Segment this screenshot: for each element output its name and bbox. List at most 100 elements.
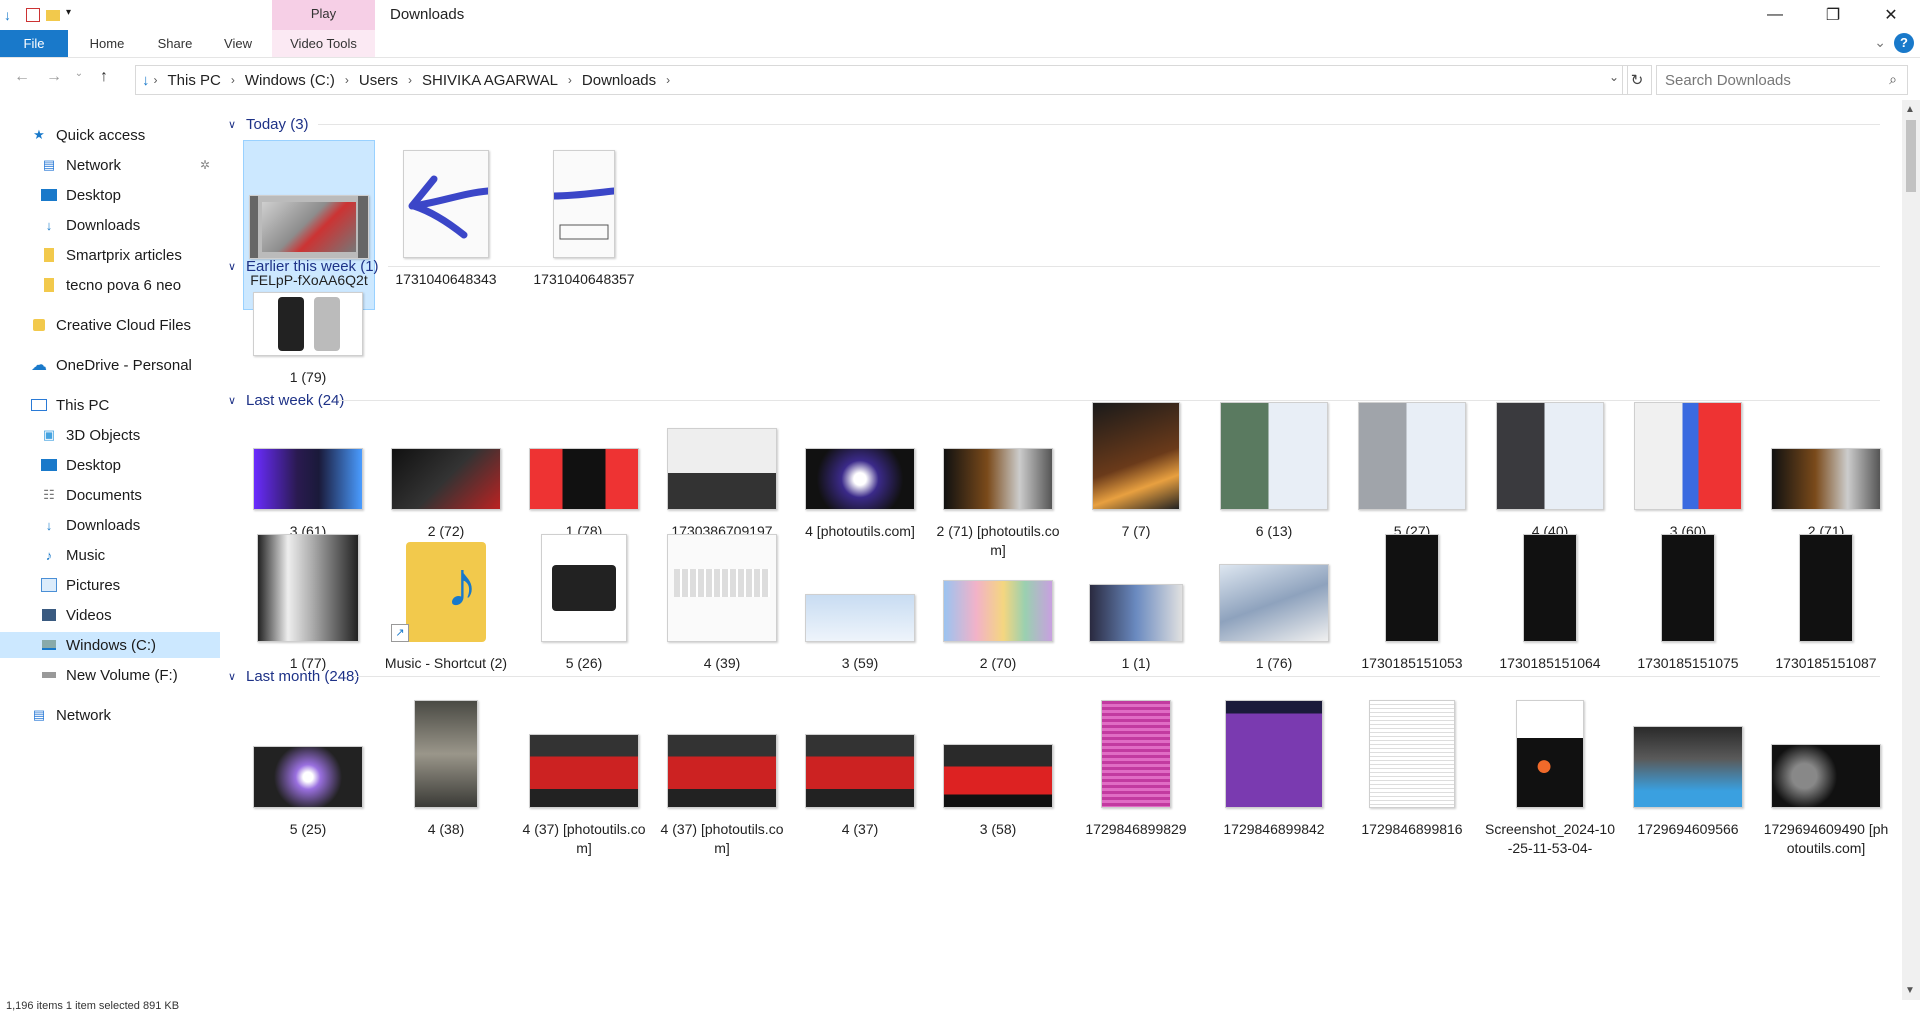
file-item[interactable]: 3 (58): [933, 690, 1063, 839]
file-item[interactable]: 3 (61): [243, 425, 373, 541]
file-item[interactable]: 1730386709197: [657, 425, 787, 541]
breadcrumb[interactable]: ↓ › This PC › Windows (C:) › Users › SHI…: [135, 65, 1628, 95]
tab-video-tools[interactable]: Video Tools: [272, 30, 375, 57]
file-item[interactable]: 1729846899816: [1347, 690, 1477, 839]
scrollbar-thumb[interactable]: [1906, 120, 1916, 192]
sidebar-item-documents[interactable]: ☷ Documents: [40, 482, 142, 508]
vertical-scrollbar[interactable]: ▲ ▼: [1902, 100, 1920, 1000]
sidebar-item-new-volume[interactable]: New Volume (F:): [40, 662, 178, 688]
file-item[interactable]: 2 (72): [381, 425, 511, 541]
file-item[interactable]: 4 (39): [657, 530, 787, 673]
sidebar-item-3d-objects[interactable]: ▣ 3D Objects: [40, 422, 140, 448]
image-thumbnail: [381, 425, 511, 510]
forward-icon[interactable]: →: [42, 68, 66, 86]
sidebar-item-network-pinned[interactable]: ▤ Network: [40, 152, 121, 178]
minimize-button[interactable]: —: [1746, 0, 1804, 30]
refresh-button[interactable]: ↻: [1622, 65, 1652, 95]
pin-icon[interactable]: ✲: [200, 158, 210, 172]
chevron-down-icon[interactable]: ∨: [228, 670, 238, 683]
group-header-earlier-this-week[interactable]: ∨ Earlier this week (1): [228, 255, 1892, 277]
file-item[interactable]: ♪ ↗ Music - Shortcut (2): [381, 530, 511, 673]
chevron-down-icon[interactable]: ∨: [228, 260, 238, 273]
file-item[interactable]: 7 (7): [1071, 402, 1201, 541]
file-item[interactable]: 5 (27): [1347, 402, 1477, 541]
breadcrumb-user[interactable]: SHIVIKA AGARWAL: [412, 72, 568, 89]
chevron-right-icon[interactable]: ›: [666, 73, 670, 87]
file-item[interactable]: 1729694609566: [1623, 690, 1753, 839]
tab-share[interactable]: Share: [150, 30, 200, 57]
drive-icon: [40, 667, 58, 683]
sidebar-item-quick-access[interactable]: ★ Quick access: [30, 122, 145, 148]
file-item[interactable]: 4 (40): [1485, 402, 1615, 541]
folder-icon[interactable]: [46, 9, 60, 21]
file-item[interactable]: 4 [photoutils.com]: [795, 425, 925, 541]
sidebar-item-pictures[interactable]: Pictures: [40, 572, 120, 598]
file-item[interactable]: 5 (25): [243, 690, 373, 839]
sidebar-item-videos[interactable]: Videos: [40, 602, 112, 628]
file-item[interactable]: 1729846899829: [1071, 690, 1201, 839]
tab-file[interactable]: File: [0, 30, 68, 57]
sidebar-item-onedrive[interactable]: ☁ OneDrive - Personal: [30, 352, 192, 378]
breadcrumb-downloads[interactable]: Downloads: [572, 72, 666, 89]
sidebar-item-desktop-pc[interactable]: Desktop: [40, 452, 121, 478]
breadcrumb-this-pc[interactable]: This PC: [158, 72, 231, 89]
file-item[interactable]: 4 (37) [photoutils.com]: [657, 690, 787, 858]
tab-view[interactable]: View: [214, 30, 262, 57]
search-input[interactable]: [1657, 70, 1867, 90]
sidebar-item-downloads[interactable]: ↓ Downloads: [40, 212, 140, 238]
breadcrumb-users[interactable]: Users: [349, 72, 408, 89]
breadcrumb-windows-c[interactable]: Windows (C:): [235, 72, 345, 89]
file-item[interactable]: 2 (70): [933, 530, 1063, 673]
sidebar-item-this-pc[interactable]: This PC: [30, 392, 109, 418]
restore-button[interactable]: ❐: [1804, 0, 1862, 30]
group-header-last-month[interactable]: ∨ Last month (248): [228, 665, 1892, 687]
file-item[interactable]: 1730185151075: [1623, 530, 1753, 673]
search-box[interactable]: ⌕: [1656, 65, 1908, 95]
file-item[interactable]: 1729846899842: [1209, 690, 1339, 839]
file-item[interactable]: 1730185151064: [1485, 530, 1615, 673]
back-icon[interactable]: ←: [10, 68, 34, 86]
sidebar-item-tecno[interactable]: tecno pova 6 neo: [40, 272, 181, 298]
file-item[interactable]: 2 (71): [1761, 425, 1891, 541]
chevron-down-icon[interactable]: ∨: [228, 394, 238, 407]
chevron-down-icon[interactable]: ∨: [228, 118, 238, 131]
sidebar-item-network[interactable]: ▤ Network: [30, 702, 111, 728]
address-dropdown-icon[interactable]: ⌄: [1609, 70, 1619, 84]
file-item[interactable]: 4 (37) [photoutils.com]: [519, 690, 649, 858]
file-item[interactable]: 1729694609490 [photoutils.com]: [1761, 690, 1891, 858]
properties-icon[interactable]: [26, 8, 40, 22]
recent-locations-icon[interactable]: ⌄: [74, 68, 84, 86]
close-button[interactable]: ✕: [1862, 0, 1920, 30]
sidebar-item-downloads-pc[interactable]: ↓ Downloads: [40, 512, 140, 538]
file-item[interactable]: 3 (60): [1623, 402, 1753, 541]
tab-home[interactable]: Home: [82, 30, 132, 57]
file-item[interactable]: 1730185151053: [1347, 530, 1477, 673]
file-item[interactable]: 1730185151087: [1761, 530, 1891, 673]
sidebar-item-music[interactable]: ♪ Music: [40, 542, 105, 568]
sidebar-item-windows-c[interactable]: Windows (C:): [0, 632, 220, 658]
group-header-today[interactable]: ∨ Today (3): [228, 113, 1892, 135]
file-item[interactable]: 5 (26): [519, 530, 649, 673]
file-item[interactable]: 6 (13): [1209, 402, 1339, 541]
sidebar-item-smartprix[interactable]: Smartprix articles: [40, 242, 182, 268]
file-item[interactable]: 1 (78): [519, 425, 649, 541]
help-icon[interactable]: ?: [1894, 33, 1914, 53]
image-preview: [1358, 402, 1466, 510]
download-icon[interactable]: ↓: [4, 7, 20, 23]
file-item[interactable]: 1 (79): [243, 280, 373, 387]
file-item[interactable]: 1 (76): [1209, 530, 1339, 673]
customize-toolbar-icon[interactable]: ▾: [66, 7, 82, 23]
expand-ribbon-icon[interactable]: ⌄: [1874, 34, 1886, 51]
sidebar-item-desktop[interactable]: Desktop: [40, 182, 121, 208]
file-item[interactable]: 1 (77): [243, 530, 373, 673]
search-icon[interactable]: ⌕: [1889, 71, 1897, 88]
sidebar-item-creative-cloud[interactable]: Creative Cloud Files: [30, 312, 191, 338]
scroll-down-icon[interactable]: ▼: [1905, 985, 1915, 996]
file-item[interactable]: ● Screenshot_2024-10-25-11-53-04-: [1485, 690, 1615, 858]
up-icon[interactable]: ↑: [92, 68, 116, 86]
file-item[interactable]: 4 (37): [795, 690, 925, 839]
file-item[interactable]: 3 (59): [795, 530, 925, 673]
file-item[interactable]: 1 (1): [1071, 530, 1201, 673]
file-item[interactable]: 4 (38): [381, 690, 511, 839]
scroll-up-icon[interactable]: ▲: [1905, 104, 1915, 115]
